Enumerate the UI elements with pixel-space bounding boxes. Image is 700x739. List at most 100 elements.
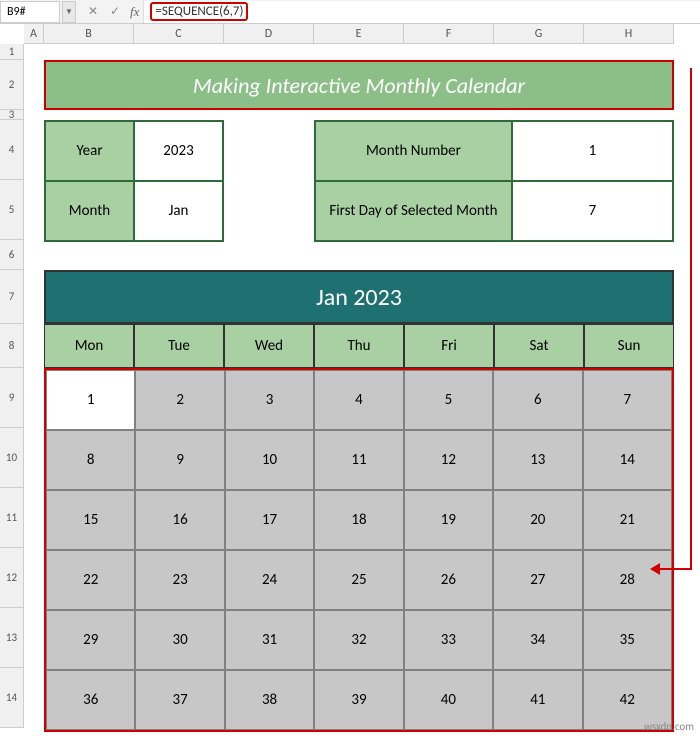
calendar-cell[interactable]: 25 — [314, 550, 403, 610]
calendar-title: Jan 2023 — [44, 270, 674, 324]
row-header[interactable]: 9 — [0, 368, 24, 428]
calendar-cell[interactable]: 24 — [225, 550, 314, 610]
col-header[interactable]: B — [44, 24, 134, 44]
calendar-cell[interactable]: 2 — [135, 370, 224, 430]
row-header[interactable]: 6 — [0, 240, 24, 270]
calendar-cell[interactable]: 33 — [404, 610, 493, 670]
calendar-cell[interactable]: 9 — [135, 430, 224, 490]
calendar-cell[interactable]: 41 — [493, 670, 582, 730]
table-row: 15161718192021 — [46, 490, 672, 550]
fx-icon[interactable]: fx — [126, 4, 143, 20]
calendar-cell[interactable]: 5 — [404, 370, 493, 430]
table-row: 891011121314 — [46, 430, 672, 490]
name-box[interactable]: B9# — [0, 1, 60, 23]
calendar-cell[interactable]: 31 — [225, 610, 314, 670]
params-table-1: Year 2023 Month Jan — [44, 120, 224, 242]
row-header[interactable]: 5 — [0, 180, 24, 240]
month-number-value[interactable]: 1 — [512, 121, 673, 181]
day-header: Thu — [314, 324, 404, 368]
calendar-cell[interactable]: 40 — [404, 670, 493, 730]
row-header[interactable]: 10 — [0, 428, 24, 488]
col-header[interactable]: C — [134, 24, 224, 44]
row-header[interactable]: 14 — [0, 668, 24, 728]
calendar-cell[interactable]: 13 — [493, 430, 582, 490]
calendar-cell[interactable]: 18 — [314, 490, 403, 550]
calendar-cell[interactable]: 22 — [46, 550, 135, 610]
calendar-cell[interactable]: 27 — [493, 550, 582, 610]
column-headers: A B C D E F G H — [24, 24, 700, 44]
calendar-cell[interactable]: 32 — [314, 610, 403, 670]
calendar-cell[interactable]: 21 — [583, 490, 672, 550]
formula-input[interactable]: =SEQUENCE(6,7) — [143, 1, 700, 23]
calendar-cell[interactable]: 29 — [46, 610, 135, 670]
formula-bar: B9# ▼ ✕ ✓ fx =SEQUENCE(6,7) — [0, 0, 700, 24]
month-label: Month — [45, 181, 134, 241]
calendar-cell[interactable]: 37 — [135, 670, 224, 730]
col-header[interactable]: H — [584, 24, 674, 44]
table-row: 1234567 — [46, 370, 672, 430]
day-header: Tue — [134, 324, 224, 368]
first-day-label: First Day of Selected Month — [315, 181, 512, 241]
annotation-arrow — [690, 68, 692, 568]
year-label: Year — [45, 121, 134, 181]
table-row: 22232425262728 — [46, 550, 672, 610]
row-header[interactable]: 7 — [0, 270, 24, 324]
day-header: Sun — [584, 324, 674, 368]
calendar-cell[interactable]: 23 — [135, 550, 224, 610]
calendar-cell[interactable]: 20 — [493, 490, 582, 550]
calendar-cell[interactable]: 15 — [46, 490, 135, 550]
cancel-icon[interactable]: ✕ — [82, 2, 104, 22]
calendar-cell[interactable]: 3 — [225, 370, 314, 430]
col-header[interactable]: A — [24, 24, 44, 44]
row-header[interactable]: 1 — [0, 44, 24, 60]
first-day-value[interactable]: 7 — [512, 181, 673, 241]
row-header[interactable]: 4 — [0, 120, 24, 180]
row-header[interactable]: 13 — [0, 608, 24, 668]
month-value[interactable]: Jan — [134, 181, 223, 241]
row-header[interactable]: 11 — [0, 488, 24, 548]
enter-icon[interactable]: ✓ — [104, 2, 126, 22]
table-row: 36373839404142 — [46, 670, 672, 730]
calendar-cell[interactable]: 19 — [404, 490, 493, 550]
year-value[interactable]: 2023 — [134, 121, 223, 181]
params-table-2: Month Number 1 First Day of Selected Mon… — [314, 120, 674, 242]
day-header: Wed — [224, 324, 314, 368]
col-header[interactable]: F — [404, 24, 494, 44]
calendar-days-header: Mon Tue Wed Thu Fri Sat Sun — [44, 324, 674, 368]
calendar-cell[interactable]: 28 — [583, 550, 672, 610]
sheet-content[interactable]: Making Interactive Monthly Calendar Year… — [24, 44, 700, 728]
calendar-cell[interactable]: 11 — [314, 430, 403, 490]
row-header[interactable]: 12 — [0, 548, 24, 608]
calendar-cell[interactable]: 12 — [404, 430, 493, 490]
name-box-dropdown[interactable]: ▼ — [62, 1, 76, 23]
row-headers: 1 2 3 4 5 6 7 8 9 10 11 12 13 14 — [0, 44, 24, 728]
calendar-body: 1234567891011121314151617181920212223242… — [44, 368, 674, 732]
calendar-cell[interactable]: 7 — [583, 370, 672, 430]
calendar-cell[interactable]: 38 — [225, 670, 314, 730]
calendar-cell[interactable]: 36 — [46, 670, 135, 730]
calendar-cell[interactable]: 1 — [46, 370, 135, 430]
calendar-cell[interactable]: 14 — [583, 430, 672, 490]
day-header: Sat — [494, 324, 584, 368]
calendar-cell[interactable]: 26 — [404, 550, 493, 610]
row-header[interactable]: 2 — [0, 60, 24, 110]
col-header[interactable]: E — [314, 24, 404, 44]
calendar-cell[interactable]: 30 — [135, 610, 224, 670]
calendar-cell[interactable]: 8 — [46, 430, 135, 490]
col-header[interactable]: G — [494, 24, 584, 44]
table-row: 29303132333435 — [46, 610, 672, 670]
col-header[interactable]: D — [224, 24, 314, 44]
row-header[interactable]: 8 — [0, 324, 24, 368]
calendar-cell[interactable]: 10 — [225, 430, 314, 490]
row-header[interactable]: 3 — [0, 110, 24, 120]
calendar-cell[interactable]: 6 — [493, 370, 582, 430]
calendar-cell[interactable]: 16 — [135, 490, 224, 550]
calendar-cell[interactable]: 34 — [493, 610, 582, 670]
calendar-cell[interactable]: 17 — [225, 490, 314, 550]
calendar-cell[interactable]: 39 — [314, 670, 403, 730]
day-header: Fri — [404, 324, 494, 368]
page-title: Making Interactive Monthly Calendar — [44, 60, 674, 110]
calendar-cell[interactable]: 35 — [583, 610, 672, 670]
formula-text: =SEQUENCE(6,7) — [150, 2, 248, 21]
calendar-cell[interactable]: 4 — [314, 370, 403, 430]
